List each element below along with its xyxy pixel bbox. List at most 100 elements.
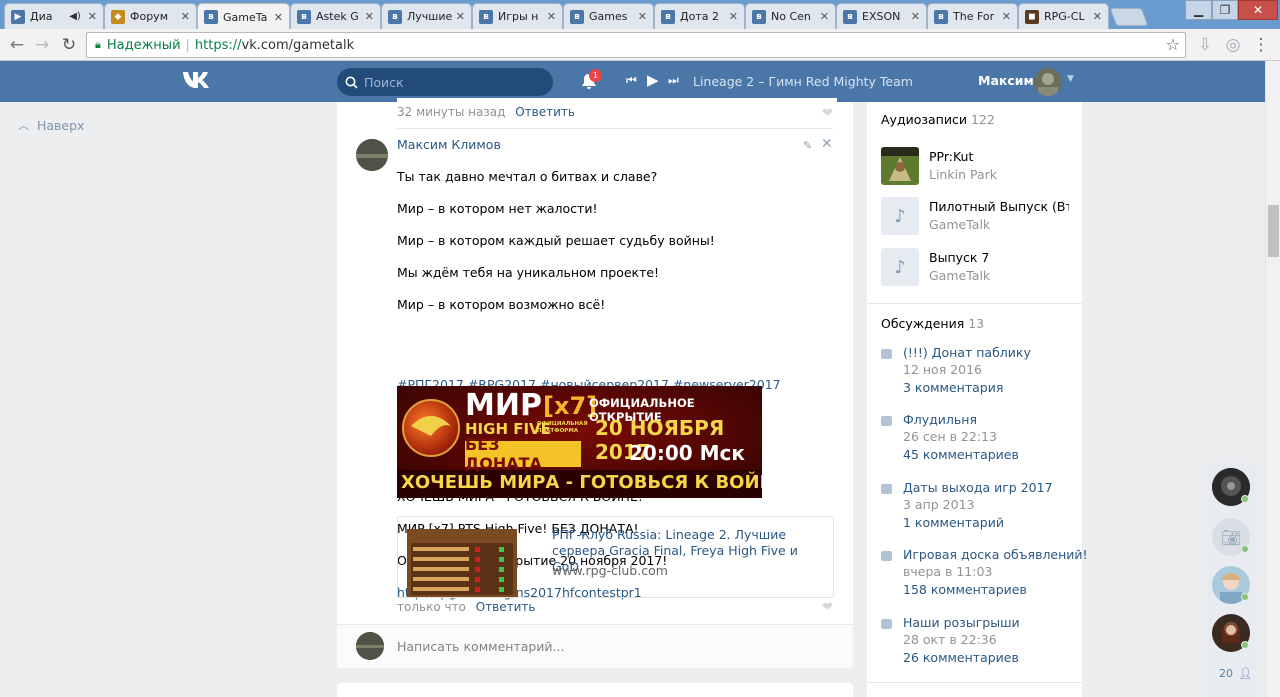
play-icon[interactable]: ▶ — [647, 71, 659, 89]
maximize-button[interactable]: ❐ — [1212, 0, 1238, 20]
banner-time: 20:00 Мск — [629, 441, 745, 465]
close-tab-icon[interactable]: ✕ — [911, 10, 920, 23]
audio-section-header[interactable]: Аудиозаписи 122 — [881, 112, 995, 127]
scrollbar-thumb[interactable] — [1268, 205, 1279, 257]
discussion-title[interactable]: Даты выхода игр 2017 — [903, 480, 1053, 495]
online-indicator — [1241, 641, 1249, 649]
speaker-icon[interactable]: ◀) — [69, 11, 81, 22]
snippet-thumbnail — [407, 529, 517, 597]
search-input[interactable] — [364, 74, 544, 90]
scroll-up-button[interactable]: ︿ Наверх — [18, 117, 84, 133]
discussion-comments-link[interactable]: 158 комментариев — [903, 582, 1027, 597]
extension-icon[interactable]: ◎ — [1222, 34, 1244, 56]
browser-tab[interactable]: ◆ Форум ✕ — [104, 3, 197, 29]
browser-tab[interactable]: в Astek G ✕ — [290, 3, 381, 29]
discussion-title[interactable]: Наши розыгрыши — [903, 615, 1020, 630]
back-icon[interactable]: ← — [6, 34, 28, 56]
discussion-bubble-icon — [881, 416, 892, 426]
delete-comment-icon[interactable]: ✕ — [821, 136, 833, 152]
next-track-icon[interactable]: ⏭︎ — [668, 73, 679, 88]
browser-tab-bar: ▶ Диа ◀) ✕ ◆ Форум ✕ в GameTa ✕ в Astek … — [0, 0, 1280, 30]
discussion-title[interactable]: (!!!) Донат паблику — [903, 345, 1031, 360]
minimize-button[interactable]: ▁ — [1185, 0, 1212, 20]
browser-tab[interactable]: в Дота 2 ✕ — [654, 3, 745, 29]
audio-item[interactable]: ♪ Выпуск 7 GameTalk — [881, 248, 1076, 288]
sidebar-divider — [867, 303, 1082, 304]
vk-header: 1 ⏮︎ ▶ ⏭︎ Lineage 2 – Гимн Red Mighty Te… — [0, 61, 1265, 102]
browser-tab[interactable]: ◼ RPG-CL ✕ — [1018, 3, 1109, 29]
page-scrollbar[interactable] — [1265, 61, 1280, 697]
next-post — [337, 683, 853, 697]
music-note-icon[interactable]: ♪ — [881, 248, 919, 286]
forum-icon: ◆ — [111, 9, 125, 24]
bookmark-star-icon[interactable]: ☆ — [1166, 35, 1180, 54]
discussion-comments-link[interactable]: 3 комментария — [903, 380, 1003, 395]
discussion-comments-link[interactable]: 45 комментариев — [903, 447, 1019, 462]
chevron-up-icon: ︿ — [18, 119, 29, 132]
vk-icon: ▶ — [11, 9, 25, 24]
reply-link[interactable]: Ответить — [515, 105, 575, 119]
browser-tab[interactable]: в Игры н ✕ — [472, 3, 563, 29]
album-cover[interactable] — [881, 147, 919, 185]
close-tab-icon[interactable]: ✕ — [181, 10, 190, 23]
vk-icon: в — [934, 9, 948, 24]
online-friends-count[interactable]: 20 👤︎ — [1219, 667, 1252, 680]
search-box[interactable] — [337, 68, 553, 96]
close-tab-icon[interactable]: ✕ — [1002, 10, 1011, 23]
new-tab-button[interactable] — [1109, 8, 1149, 26]
audio-item[interactable]: PPr:Kut Linkin Park — [881, 147, 1076, 187]
close-tab-icon[interactable]: ✕ — [88, 10, 97, 23]
music-note-icon[interactable]: ♪ — [881, 197, 919, 235]
audio-artist[interactable]: GameTalk — [929, 268, 990, 283]
download-icon[interactable]: ⇩ — [1194, 34, 1216, 56]
like-icon[interactable]: ❤ — [822, 600, 833, 615]
vk-icon: в — [479, 9, 493, 24]
previous-track-icon[interactable]: ⏮︎ — [626, 73, 637, 88]
promo-banner-image[interactable]: МИР [x7] HIGH FIVE ОФИЦИАЛЬНАЯ ПЛАТФОРМА… — [397, 386, 762, 498]
audio-title: Пилотный Выпуск (Вто... — [929, 199, 1069, 214]
chat-dock: 📷︎ 20 👤︎ — [1207, 463, 1257, 697]
close-window-button[interactable]: ✕ — [1238, 0, 1278, 20]
edit-pencil-icon[interactable]: ✎ — [803, 139, 812, 152]
close-tab-icon[interactable]: ✕ — [456, 10, 465, 23]
close-tab-icon[interactable]: ✕ — [1093, 10, 1102, 23]
chevron-down-icon[interactable]: ▼ — [1067, 74, 1074, 84]
discussion-title[interactable]: Флудильня — [903, 412, 977, 427]
vk-logo-icon[interactable] — [181, 70, 215, 95]
close-tab-icon[interactable]: ✕ — [365, 10, 374, 23]
audio-artist[interactable]: GameTalk — [929, 217, 990, 232]
comment-author-avatar[interactable] — [356, 139, 388, 171]
browser-tab[interactable]: в EXSON ✕ — [836, 3, 927, 29]
browser-tab-active[interactable]: в GameTa ✕ — [197, 3, 290, 30]
browser-tab[interactable]: в Games ✕ — [563, 3, 654, 29]
discussion-comments-link[interactable]: 26 комментариев — [903, 650, 1019, 665]
browser-tab[interactable]: ▶ Диа ◀) ✕ — [4, 3, 104, 29]
now-playing-track[interactable]: Lineage 2 – Гимн Red Mighty Team — [693, 74, 913, 89]
vk-icon: в — [752, 9, 766, 24]
browser-tab[interactable]: в The For ✕ — [927, 3, 1018, 29]
reload-icon[interactable]: ↻ — [58, 34, 80, 56]
user-avatar[interactable] — [1034, 68, 1062, 96]
comment-author-name[interactable]: Максим Климов — [397, 137, 501, 152]
close-tab-icon[interactable]: ✕ — [274, 11, 283, 24]
discussions-section-header[interactable]: Обсуждения 13 — [881, 316, 984, 331]
address-bar[interactable]: 🔒︎ Надежный | https:// vk.com/gametalk ☆ — [86, 32, 1186, 58]
comment-input[interactable] — [397, 639, 797, 654]
like-icon[interactable]: ❤ — [822, 106, 833, 121]
browser-tab[interactable]: в No Cen ✕ — [745, 3, 836, 29]
forward-icon[interactable]: → — [31, 34, 53, 56]
close-tab-icon[interactable]: ✕ — [729, 10, 738, 23]
link-snippet-card[interactable]: РПГ-Клуб Russia: Lineage 2. Лучшие серве… — [397, 516, 834, 598]
audio-item[interactable]: ♪ Пилотный Выпуск (Вто... GameTalk — [881, 197, 1076, 237]
close-tab-icon[interactable]: ✕ — [547, 10, 556, 23]
close-tab-icon[interactable]: ✕ — [638, 10, 647, 23]
menu-icon[interactable]: ⋮ — [1250, 34, 1272, 56]
vk-icon: в — [843, 9, 857, 24]
reply-link[interactable]: Ответить — [476, 600, 536, 614]
discussion-comments-link[interactable]: 1 комментарий — [903, 515, 1004, 530]
discussion-title[interactable]: Игровая доска объявлений! — [903, 547, 1088, 562]
close-tab-icon[interactable]: ✕ — [820, 10, 829, 23]
audio-artist[interactable]: Linkin Park — [929, 167, 997, 182]
browser-tab[interactable]: в Лучшие ✕ — [381, 3, 472, 29]
user-name[interactable]: Максим — [978, 73, 1034, 88]
